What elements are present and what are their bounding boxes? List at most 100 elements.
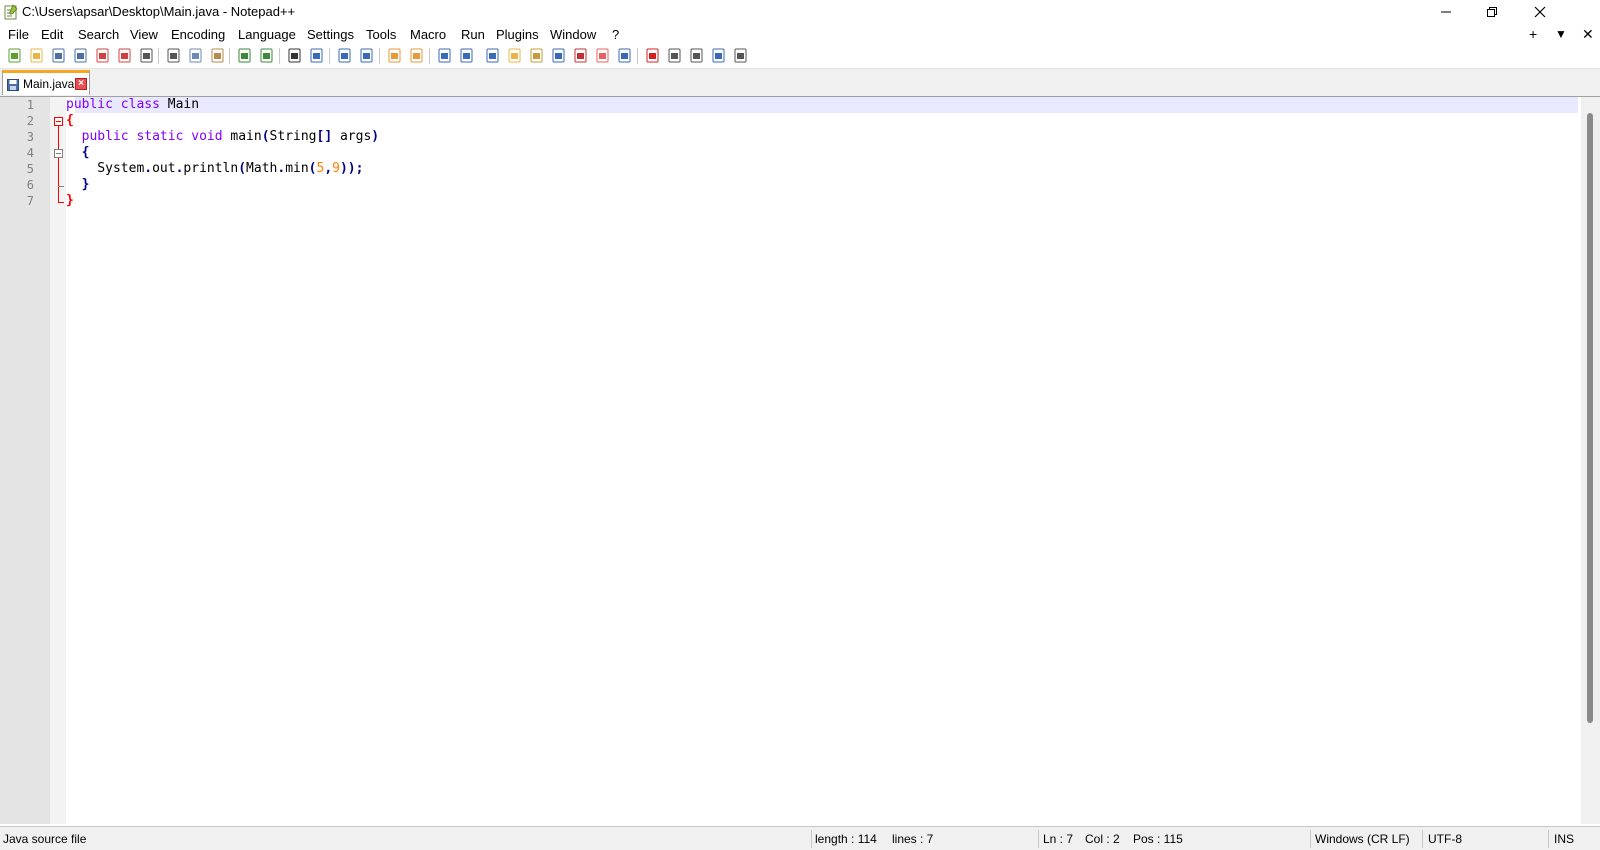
restore-button[interactable] [1469, 0, 1515, 24]
status-divider [1310, 830, 1311, 848]
fold-toggle-class[interactable] [54, 117, 63, 126]
line-number-gutter: 1 2 3 4 5 6 7 [0, 97, 50, 824]
status-divider [1038, 830, 1039, 848]
toolbar-separator [229, 48, 230, 64]
menu-language[interactable]: Language [238, 27, 296, 42]
code-line: { [66, 113, 74, 128]
menu-search[interactable]: Search [78, 27, 119, 42]
status-pos: Pos : 115 [1133, 832, 1183, 846]
toolbar-separator [158, 48, 159, 64]
menu-settings[interactable]: Settings [307, 27, 354, 42]
minimize-icon [1441, 11, 1451, 13]
indent-guide-icon[interactable] [484, 47, 501, 64]
close-icon[interactable] [94, 47, 111, 64]
zoom-out-icon[interactable] [358, 47, 375, 64]
code-content: public class Main{ public static void ma… [66, 97, 1566, 217]
close-document-button[interactable]: ✕ [1582, 26, 1594, 43]
menu-help[interactable]: ? [612, 27, 619, 42]
menu-view[interactable]: View [130, 27, 158, 42]
line-number: 6 [26, 178, 34, 192]
tab-list-dropdown-button[interactable]: ▼ [1555, 27, 1567, 41]
status-divider [1548, 830, 1549, 848]
fold-end-tick [58, 186, 64, 187]
replace-icon[interactable] [308, 47, 325, 64]
fold-line [58, 126, 59, 202]
menu-plugins[interactable]: Plugins [496, 27, 539, 42]
undo-icon[interactable] [236, 47, 253, 64]
menu-file[interactable]: File [8, 27, 29, 42]
close-icon [1534, 6, 1546, 18]
minimize-button[interactable] [1423, 0, 1469, 24]
tab-close-icon[interactable]: × [75, 78, 87, 90]
find-icon[interactable] [286, 47, 303, 64]
status-col: Col : 2 [1085, 832, 1120, 846]
toolbar-separator [637, 48, 638, 64]
status-length: length : 114 [815, 832, 877, 846]
word-wrap-icon[interactable] [436, 47, 453, 64]
menu-edit[interactable]: Edit [41, 27, 63, 42]
fold-margin [50, 97, 66, 824]
line-number: 7 [26, 194, 34, 208]
preview-icon[interactable] [616, 47, 633, 64]
vertical-scrollbar[interactable] [1581, 97, 1600, 824]
status-lines: lines : 7 [892, 832, 934, 846]
sync-vertical-icon[interactable] [386, 47, 403, 64]
line-number: 3 [26, 130, 34, 144]
print-icon[interactable] [138, 47, 155, 64]
code-line: } [66, 193, 74, 208]
menu-encoding[interactable]: Encoding [171, 27, 225, 42]
menu-macro[interactable]: Macro [410, 27, 446, 42]
code-line: { [81, 145, 90, 160]
open-file-icon[interactable] [28, 47, 45, 64]
new-tab-plus-button[interactable]: + [1529, 26, 1537, 42]
toolbar [0, 44, 1600, 69]
new-file-icon[interactable] [6, 47, 23, 64]
status-encoding[interactable]: UTF-8 [1428, 832, 1462, 846]
status-insert-mode[interactable]: INS [1554, 832, 1574, 846]
doc-map-icon[interactable] [528, 47, 545, 64]
menu-tools[interactable]: Tools [366, 27, 396, 42]
monitoring-icon[interactable] [594, 47, 611, 64]
paste-icon[interactable] [209, 47, 226, 64]
playback-macro-icon[interactable] [688, 47, 705, 64]
cut-icon[interactable] [165, 47, 182, 64]
line-number: 2 [26, 114, 34, 128]
toolbar-separator [429, 48, 430, 64]
code-line: public class Main [66, 97, 200, 112]
redo-icon[interactable] [258, 47, 275, 64]
menu-run[interactable]: Run [461, 27, 485, 42]
close-all-icon[interactable] [116, 47, 133, 64]
save-macro-icon[interactable] [732, 47, 749, 64]
menu-bar: File Edit Search View Encoding Language … [0, 24, 1600, 44]
tab-main-java[interactable]: Main.java × [2, 70, 90, 95]
fold-end-tick [58, 202, 64, 203]
fold-toggle-method[interactable] [54, 149, 63, 158]
toolbar-separator [379, 48, 380, 64]
udl-icon[interactable] [506, 47, 523, 64]
tab-label: Main.java [23, 77, 75, 91]
show-all-chars-icon[interactable] [458, 47, 475, 64]
line-number: 4 [26, 146, 34, 160]
status-eol[interactable]: Windows (CR LF) [1315, 832, 1410, 846]
sync-horizontal-icon[interactable] [408, 47, 425, 64]
code-line: } [81, 177, 90, 192]
saved-file-icon [7, 79, 19, 91]
notepadpp-logo-icon [4, 4, 18, 20]
toolbar-separator [329, 48, 330, 64]
function-list-icon[interactable] [550, 47, 567, 64]
menu-window[interactable]: Window [550, 27, 596, 42]
restore-icon [1487, 7, 1497, 17]
save-all-icon[interactable] [72, 47, 89, 64]
save-icon[interactable] [50, 47, 67, 64]
code-line: public static void main(String[] args) [81, 129, 380, 144]
zoom-in-icon[interactable] [336, 47, 353, 64]
toolbar-separator [279, 48, 280, 64]
status-ln: Ln : 7 [1043, 832, 1074, 846]
copy-icon[interactable] [187, 47, 204, 64]
record-macro-icon[interactable] [644, 47, 661, 64]
stop-recording-icon[interactable] [666, 47, 683, 64]
scrollbar-thumb[interactable] [1587, 113, 1593, 723]
close-window-button[interactable] [1517, 0, 1563, 24]
run-macro-multiple-icon[interactable] [710, 47, 727, 64]
folder-workspace-icon[interactable] [572, 47, 589, 64]
